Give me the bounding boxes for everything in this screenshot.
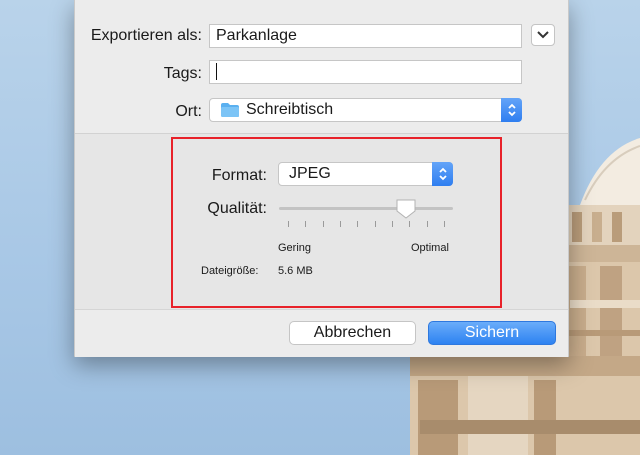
location-label: Ort: [175,103,202,120]
chevron-down-icon [537,31,549,39]
cancel-button[interactable]: Abbrechen [289,321,416,345]
text-caret [216,63,217,81]
tags-label: Tags: [163,65,202,82]
highlight-box [171,137,502,308]
save-button[interactable]: Sichern [428,321,556,345]
tags-field[interactable] [209,60,522,84]
folder-icon [221,103,239,117]
location-popup[interactable]: Schreibtisch [209,98,522,122]
export-as-label: Exportieren als: [90,27,202,44]
updown-chevron-icon [507,103,516,117]
location-value: Schreibtisch [246,101,334,118]
expand-dialog-button[interactable] [531,24,555,46]
export-as-field[interactable]: Parkanlage [209,24,522,48]
location-stepper [501,98,522,122]
